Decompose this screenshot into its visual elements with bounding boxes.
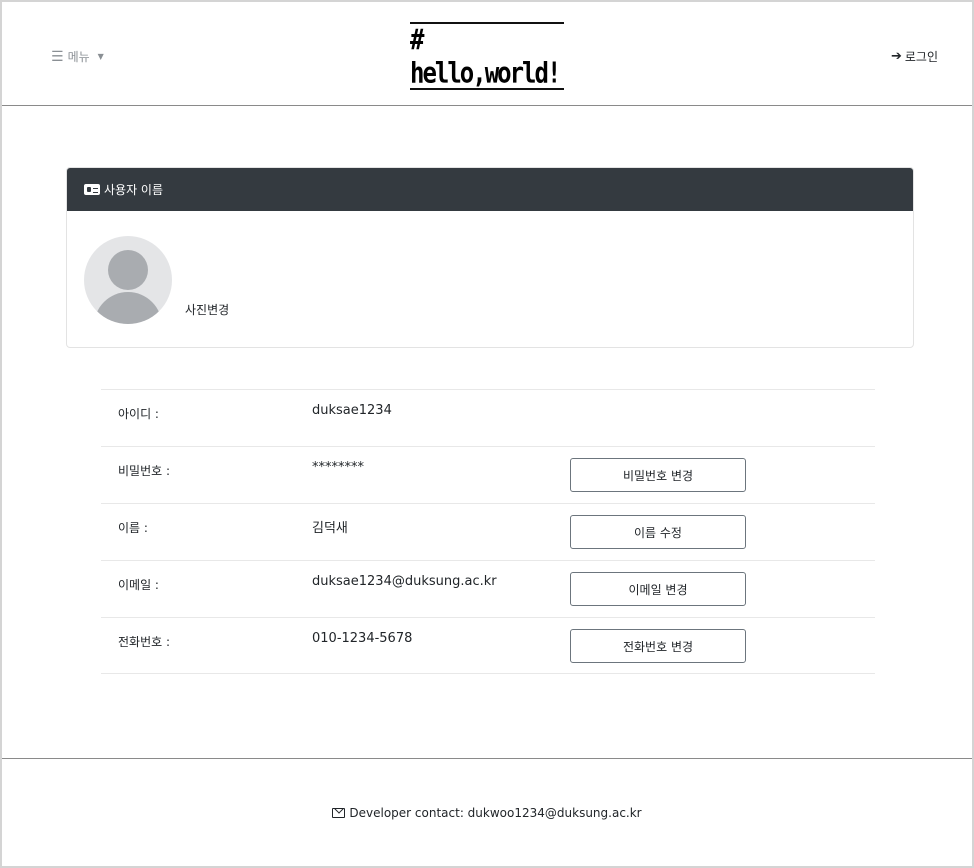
developer-contact-text[interactable]: Developer contact: dukwoo1234@duksung.ac…: [349, 806, 641, 820]
change-email-button[interactable]: 이메일 변경: [570, 572, 746, 606]
profile-card-header: 사용자 이름: [67, 168, 913, 211]
developer-contact: Developer contact: dukwoo1234@duksung.ac…: [332, 806, 642, 820]
menu-label: 메뉴: [67, 50, 90, 64]
id-value: duksae1234: [312, 403, 392, 418]
avatar-body: [94, 292, 162, 324]
hamburger-icon: ☰: [51, 48, 64, 65]
avatar-head: [108, 250, 148, 290]
site-logo[interactable]: # hello,world!: [410, 22, 564, 90]
profile-card-title: 사용자 이름: [104, 183, 164, 197]
id-card-icon: [84, 184, 100, 195]
id-label: 아이디 :: [118, 407, 159, 421]
change-password-button[interactable]: 비밀번호 변경: [570, 458, 746, 492]
name-value: 김덕새: [312, 521, 348, 536]
info-row-password: 비밀번호 : ******** 비밀번호 변경: [101, 446, 875, 503]
photo-change-link[interactable]: 사진변경: [185, 301, 229, 318]
site-footer: Developer contact: dukwoo1234@duksung.ac…: [2, 758, 972, 866]
logo-text: # hello,world!: [410, 22, 561, 90]
phone-label: 전화번호 :: [118, 635, 171, 649]
info-row-email: 이메일 : duksae1234@duksung.ac.kr 이메일 변경: [101, 560, 875, 617]
login-label: 로그인: [904, 50, 938, 64]
change-phone-button[interactable]: 전화번호 변경: [570, 629, 746, 663]
caret-down-icon: ▼: [97, 52, 104, 61]
profile-card: 사용자 이름 사진변경: [66, 167, 914, 348]
user-placeholder-icon: [84, 236, 172, 324]
info-row-id: 아이디 : duksae1234: [101, 389, 875, 446]
email-label: 이메일 :: [118, 578, 159, 592]
login-link[interactable]: ➔ 로그인: [891, 48, 938, 65]
info-row-name: 이름 : 김덕새 이름 수정: [101, 503, 875, 560]
edit-name-button[interactable]: 이름 수정: [570, 515, 746, 549]
site-header: ☰ 메뉴 ▼ # hello,world! ➔ 로그인: [2, 2, 972, 106]
menu-dropdown-toggle[interactable]: ☰ 메뉴 ▼: [51, 48, 104, 65]
email-value: duksae1234@duksung.ac.kr: [312, 574, 497, 589]
sign-in-icon: ➔: [890, 49, 902, 64]
envelope-icon: [332, 807, 346, 818]
name-label: 이름 :: [118, 521, 148, 535]
password-label: 비밀번호 :: [118, 464, 171, 478]
user-info-table: 아이디 : duksae1234 비밀번호 : ******** 비밀번호 변경…: [101, 389, 875, 674]
phone-value: 010-1234-5678: [312, 631, 413, 646]
password-value: ********: [312, 460, 364, 475]
info-row-phone: 전화번호 : 010-1234-5678 전화번호 변경: [101, 617, 875, 674]
